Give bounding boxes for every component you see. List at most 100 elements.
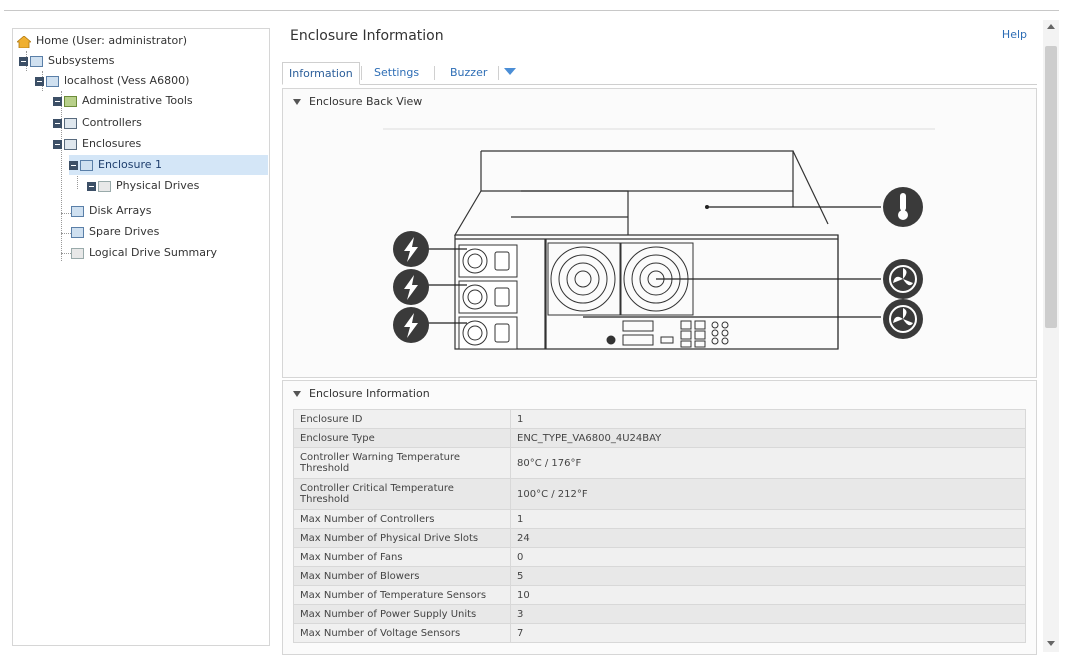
section-title: Enclosure Information: [309, 387, 430, 400]
tree-item-label: Enclosures: [82, 137, 142, 150]
tree-connector: [61, 253, 71, 254]
table-row: Controller Warning Temperature Threshold…: [293, 447, 1026, 479]
power-bolt-icon: [393, 307, 429, 343]
tree-item-controllers[interactable]: Controllers: [53, 113, 142, 133]
collapse-icon[interactable]: [53, 139, 62, 149]
tab-information[interactable]: Information: [282, 62, 360, 85]
controller-icon: [64, 117, 77, 129]
scroll-thumb[interactable]: [1045, 46, 1057, 328]
tree-connector: [61, 213, 71, 214]
tree-item-label: Home (User: administrator): [36, 34, 188, 47]
tree-item-label: Spare Drives: [89, 225, 160, 238]
tree-item-label: localhost (Vess A6800): [64, 74, 190, 87]
property-name: Max Number of Controllers: [293, 509, 511, 529]
property-value: 10: [510, 585, 1026, 605]
enclosure-back-diagram: [383, 128, 935, 350]
tree-item-label: Enclosure 1: [98, 158, 163, 171]
property-value: 1: [510, 509, 1026, 529]
tree-item-logical-summary[interactable]: Logical Drive Summary: [71, 243, 217, 263]
tree-item-subsystems[interactable]: Subsystems: [19, 51, 114, 71]
property-value: 0: [510, 547, 1026, 567]
tab-settings[interactable]: Settings: [368, 62, 425, 83]
property-value: 3: [510, 604, 1026, 624]
property-name: Max Number of Temperature Sensors: [293, 585, 511, 605]
fan-icon: [883, 259, 923, 299]
table-row: Max Number of Physical Drive Slots 24: [293, 528, 1026, 548]
tree-item-spare-drives[interactable]: Spare Drives: [71, 222, 159, 242]
property-name: Max Number of Physical Drive Slots: [293, 528, 511, 548]
property-value: 7: [510, 623, 1026, 643]
expand-icon[interactable]: [87, 181, 96, 191]
table-row: Enclosure Type ENC_TYPE_VA6800_4U24BAY: [293, 428, 1026, 448]
table-row: Enclosure ID 1: [293, 409, 1026, 429]
main-panel: Enclosure Information Help Information S…: [282, 18, 1037, 658]
property-value: ENC_TYPE_VA6800_4U24BAY: [510, 428, 1026, 448]
collapse-triangle-icon: [293, 391, 301, 397]
tree-item-disk-arrays[interactable]: Disk Arrays: [71, 201, 151, 221]
drive-icon: [98, 180, 111, 192]
tab-divider: [361, 66, 362, 80]
power-bolt-icon: [393, 231, 429, 267]
collapse-icon[interactable]: [69, 160, 78, 170]
table-row: Max Number of Blowers 5: [293, 566, 1026, 586]
table-row: Max Number of Temperature Sensors 10: [293, 585, 1026, 605]
property-name: Controller Warning Temperature Threshold: [293, 447, 511, 479]
subsystem-icon: [30, 55, 43, 67]
tree-item-label: Disk Arrays: [89, 204, 152, 217]
property-value: 24: [510, 528, 1026, 548]
page-title: Enclosure Information: [290, 28, 444, 44]
expand-icon[interactable]: [53, 118, 62, 128]
more-tabs-chevron-icon[interactable]: [504, 68, 516, 75]
table-row: Max Number of Voltage Sensors 7: [293, 623, 1026, 643]
scroll-down-icon[interactable]: [1047, 641, 1055, 646]
thermometer-icon: [883, 187, 923, 227]
tab-buzzer[interactable]: Buzzer: [444, 62, 493, 83]
property-name: Controller Critical Temperature Threshol…: [293, 478, 511, 510]
tools-icon: [64, 95, 77, 107]
table-row: Controller Critical Temperature Threshol…: [293, 478, 1026, 510]
back-view-section: Enclosure Back View: [282, 88, 1037, 378]
property-value: 5: [510, 566, 1026, 586]
tree-item-label: Subsystems: [48, 54, 115, 67]
property-value: 80°C / 176°F: [510, 447, 1026, 479]
collapse-icon[interactable]: [19, 56, 28, 66]
tree-item-label: Controllers: [82, 116, 142, 129]
property-name: Enclosure Type: [293, 428, 511, 448]
tree-item-home[interactable]: Home (User: administrator): [15, 31, 188, 51]
power-bolt-icon: [393, 269, 429, 305]
property-name: Max Number of Blowers: [293, 566, 511, 586]
tree-item-host[interactable]: localhost (Vess A6800): [35, 71, 189, 91]
enclosure-info-section: Enclosure Information Enclosure ID 1 Encl…: [282, 380, 1037, 655]
spare-drive-icon: [71, 226, 84, 238]
collapse-icon[interactable]: [35, 76, 44, 86]
section-header[interactable]: Enclosure Information: [293, 387, 430, 400]
tree-item-label: Administrative Tools: [82, 94, 193, 107]
tree-item-label: Physical Drives: [116, 179, 200, 192]
property-value: 100°C / 212°F: [510, 478, 1026, 510]
expand-icon[interactable]: [53, 96, 62, 106]
server-icon: [46, 75, 59, 87]
table-row: Max Number of Controllers 1: [293, 509, 1026, 529]
table-row: Max Number of Power Supply Units 3: [293, 604, 1026, 624]
tree-item-enclosures[interactable]: Enclosures: [53, 134, 141, 154]
property-name: Max Number of Fans: [293, 547, 511, 567]
tree-item-enclosure-1[interactable]: Enclosure 1: [69, 155, 268, 175]
tree-connector: [61, 233, 71, 234]
enclosure-icon: [64, 138, 77, 150]
disk-array-icon: [71, 205, 84, 217]
tab-divider: [434, 66, 435, 80]
vertical-scrollbar[interactable]: [1043, 20, 1059, 652]
tree-item-label: Logical Drive Summary: [89, 246, 218, 259]
enclosure-icon: [80, 159, 93, 171]
tab-bar: Information Settings Buzzer: [282, 58, 1037, 85]
enclosure-info-table: Enclosure ID 1 Enclosure Type ENC_TYPE_VA6…: [293, 409, 1026, 643]
property-name: Max Number of Voltage Sensors: [293, 623, 511, 643]
fan-icon: [883, 299, 923, 339]
tab-divider: [498, 66, 499, 80]
tree-item-physical-drives[interactable]: Physical Drives: [87, 176, 199, 196]
navigation-tree: Home (User: administrator) Subsystems lo…: [12, 28, 270, 646]
scroll-up-icon[interactable]: [1047, 24, 1055, 29]
help-link[interactable]: Help: [1002, 28, 1027, 41]
property-name: Enclosure ID: [293, 409, 511, 429]
tree-item-admin-tools[interactable]: Administrative Tools: [53, 91, 193, 111]
